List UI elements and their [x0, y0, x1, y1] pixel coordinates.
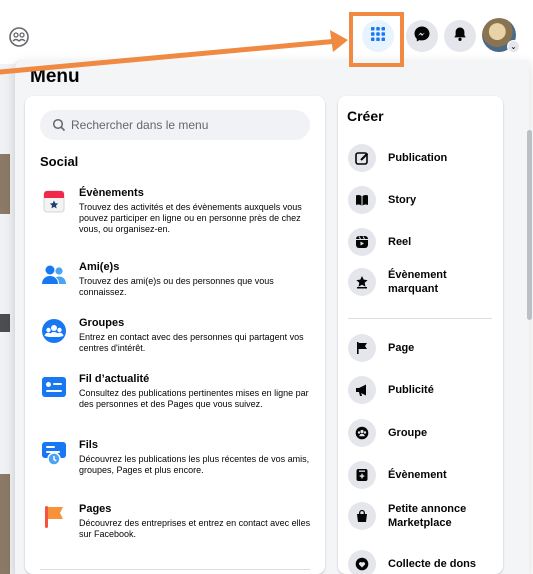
create-item-label: Publicité: [388, 384, 434, 396]
create-card: Créer Publication Story Reel Évènement m…: [338, 96, 503, 574]
annotation-highlight-box: [349, 12, 404, 67]
divider: [40, 569, 310, 570]
calendar-plus-icon: [348, 461, 376, 489]
pages-flag-icon: [39, 502, 69, 532]
book-icon: [348, 186, 376, 214]
create-item-label: Page: [388, 342, 415, 354]
groups-icon: [348, 419, 376, 447]
star-icon: [348, 268, 376, 296]
create-item-label: Collecte de dons: [388, 558, 477, 570]
groups-icon: [39, 316, 69, 346]
megaphone-icon: [348, 376, 376, 404]
menu-item-title: Ami(e)s: [79, 261, 120, 273]
scrollbar[interactable]: [527, 130, 532, 320]
menu-item-title: Pages: [79, 503, 112, 515]
bag-icon: [348, 502, 376, 530]
menu-item-title: Évènements: [79, 187, 144, 199]
background-page-strip: [0, 64, 14, 574]
menu-item-friends[interactable]: Ami(e)s Trouvez des ami(e)s ou des perso…: [33, 260, 319, 298]
create-item-group[interactable]: Groupe: [348, 419, 498, 447]
section-title-social: Social: [40, 154, 79, 169]
create-item-label: Reel: [388, 236, 412, 248]
annotation-arrow: [0, 30, 348, 75]
create-item-life-event[interactable]: Évènement marquant: [348, 268, 498, 296]
feeds-icon: [39, 438, 69, 468]
create-item-event[interactable]: Évènement: [348, 461, 498, 489]
friends-icon: [39, 260, 69, 290]
background-photo: [0, 154, 10, 214]
search-icon: [52, 118, 66, 132]
menu-item-description: Trouvez des activités et des évènements …: [79, 202, 302, 234]
menu-item-title: Fil d’actualité: [79, 373, 150, 385]
create-item-ad[interactable]: Publicité: [348, 376, 498, 404]
menu-item-title: Groupes: [79, 317, 125, 329]
create-item-story[interactable]: Story: [348, 186, 498, 214]
reel-icon: [348, 228, 376, 256]
create-item-publication[interactable]: Publication: [348, 144, 498, 172]
feed-icon: [39, 372, 69, 402]
menu-item-feeds[interactable]: Fils Découvrez les publications les plus…: [33, 438, 319, 476]
heart-icon: [348, 550, 376, 574]
background-photo: [0, 314, 10, 332]
menu-item-title: Fils: [79, 439, 98, 451]
background-photo: [0, 474, 10, 574]
menu-item-description: Découvrez des entreprises et entrez en c…: [79, 518, 311, 539]
create-item-label: Publication: [388, 152, 448, 164]
create-item-label: Évènement: [388, 469, 447, 481]
menu-item-description: Trouvez des ami(e)s ou des personnes que…: [79, 276, 274, 297]
create-item-reel[interactable]: Reel: [348, 228, 498, 256]
create-item-label: Groupe: [388, 427, 428, 439]
create-item-marketplace[interactable]: Petite annonce Marketplace: [348, 502, 498, 530]
menu-item-pages[interactable]: Pages Découvrez des entreprises et entre…: [33, 502, 319, 540]
create-item-label: Story: [388, 194, 417, 206]
menu-item-groups[interactable]: Groupes Entrez en contact avec des perso…: [33, 316, 319, 354]
menu-item-description: Découvrez les publications les plus réce…: [79, 454, 310, 475]
menu-left-card: Social Évènements Trouvez des activités …: [25, 96, 325, 574]
flag-icon: [348, 334, 376, 362]
search-input[interactable]: [71, 118, 301, 132]
edit-icon: [348, 144, 376, 172]
create-item-label: Évènement marquant: [388, 269, 447, 295]
menu-item-description: Consultez des publications pertinentes m…: [79, 388, 309, 409]
menu-item-events[interactable]: Évènements Trouvez des activités et des …: [33, 186, 319, 235]
create-item-fundraiser[interactable]: Collecte de dons: [348, 550, 498, 574]
menu-item-news-feed[interactable]: Fil d’actualité Consultez des publicatio…: [33, 372, 319, 410]
menu-item-description: Entrez en contact avec des personnes qui…: [79, 332, 304, 353]
divider: [348, 318, 492, 319]
calendar-icon: [39, 186, 69, 216]
create-item-label: Petite annonce Marketplace: [388, 503, 467, 529]
create-item-page[interactable]: Page: [348, 334, 498, 362]
